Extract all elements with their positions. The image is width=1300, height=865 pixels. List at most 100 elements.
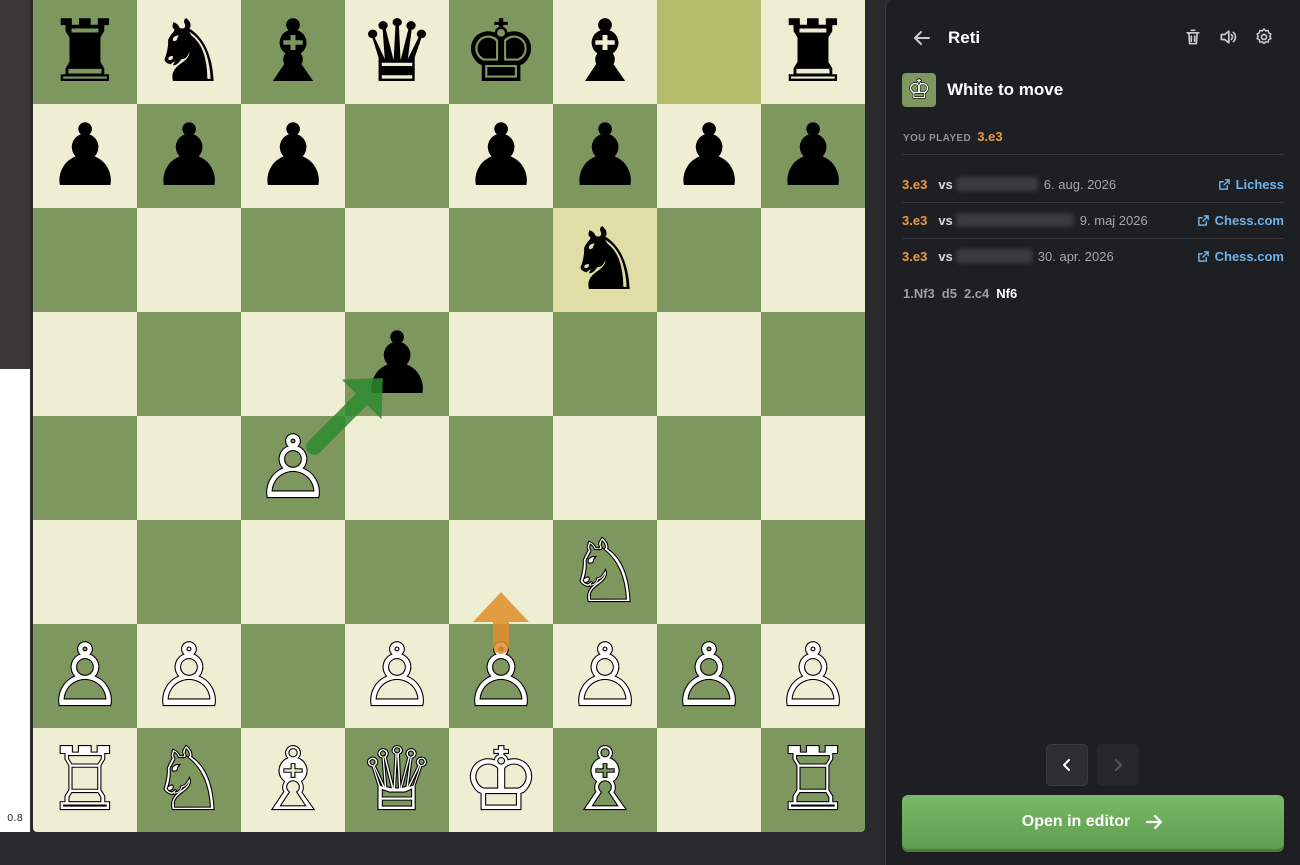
back-arrow-icon[interactable] — [910, 26, 934, 50]
square-f1[interactable]: ♗ — [553, 728, 657, 832]
square-c4[interactable]: ♙ — [241, 416, 345, 520]
move-item[interactable]: 2.c4 — [964, 286, 989, 301]
piece-e1[interactable]: ♔ — [461, 736, 540, 824]
square-c5[interactable] — [241, 312, 345, 416]
piece-f6[interactable]: ♞ — [566, 217, 643, 303]
piece-f7[interactable]: ♟ — [566, 113, 643, 199]
square-a6[interactable] — [33, 208, 137, 312]
game-site-link[interactable]: Chess.com — [1197, 213, 1284, 228]
move-item[interactable]: 1.Nf3 — [903, 286, 935, 301]
chess-board[interactable]: ♜ ♞ ♝ ♛ ♚ ♝ ♜ ♟ ♟ ♟ ♟ ♟ ♟ ♟ ♞ ♟ ♙ ♘ ♙ ♙ ♙ ♙ ♙ ♙ ♙ ♖ ♘ ♗ ♕ ♔ ♗ ♖ — [33, 0, 865, 832]
square-a5[interactable] — [33, 312, 137, 416]
piece-c8[interactable]: ♝ — [254, 9, 331, 95]
piece-d5[interactable]: ♟ — [358, 321, 435, 407]
square-b4[interactable] — [137, 416, 241, 520]
piece-d8[interactable]: ♛ — [358, 9, 435, 95]
square-e6[interactable] — [449, 208, 553, 312]
piece-g2[interactable]: ♙ — [669, 632, 748, 720]
piece-c1[interactable]: ♗ — [253, 736, 332, 824]
piece-f3[interactable]: ♘ — [565, 528, 644, 616]
piece-a8[interactable]: ♜ — [46, 9, 123, 95]
square-e2[interactable]: ♙ — [449, 624, 553, 728]
gear-icon[interactable] — [1254, 27, 1274, 47]
piece-b1[interactable]: ♘ — [149, 736, 228, 824]
square-c6[interactable] — [241, 208, 345, 312]
square-e8[interactable]: ♚ — [449, 0, 553, 104]
piece-h7[interactable]: ♟ — [774, 113, 851, 199]
square-c8[interactable]: ♝ — [241, 0, 345, 104]
square-c1[interactable]: ♗ — [241, 728, 345, 832]
square-g4[interactable] — [657, 416, 761, 520]
square-b2[interactable]: ♙ — [137, 624, 241, 728]
square-d1[interactable]: ♕ — [345, 728, 449, 832]
square-d8[interactable]: ♛ — [345, 0, 449, 104]
square-d5[interactable]: ♟ — [345, 312, 449, 416]
square-d4[interactable] — [345, 416, 449, 520]
square-d2[interactable]: ♙ — [345, 624, 449, 728]
piece-b7[interactable]: ♟ — [150, 113, 227, 199]
square-c2[interactable] — [241, 624, 345, 728]
square-b5[interactable] — [137, 312, 241, 416]
square-d6[interactable] — [345, 208, 449, 312]
piece-d2[interactable]: ♙ — [357, 632, 436, 720]
square-g7[interactable]: ♟ — [657, 104, 761, 208]
piece-g7[interactable]: ♟ — [670, 113, 747, 199]
game-row[interactable]: 3.e3 vs 30. apr. 2026 Chess.com — [902, 238, 1284, 274]
square-f2[interactable]: ♙ — [553, 624, 657, 728]
next-move-button[interactable] — [1097, 744, 1139, 786]
square-g1[interactable] — [657, 728, 761, 832]
square-b8[interactable]: ♞ — [137, 0, 241, 104]
piece-c4[interactable]: ♙ — [253, 424, 332, 512]
piece-e7[interactable]: ♟ — [462, 113, 539, 199]
square-e7[interactable]: ♟ — [449, 104, 553, 208]
square-h7[interactable]: ♟ — [761, 104, 865, 208]
square-g6[interactable] — [657, 208, 761, 312]
square-e1[interactable]: ♔ — [449, 728, 553, 832]
piece-a7[interactable]: ♟ — [46, 113, 123, 199]
move-item[interactable]: d5 — [942, 286, 957, 301]
square-d3[interactable] — [345, 520, 449, 624]
square-f6[interactable]: ♞ — [553, 208, 657, 312]
game-site-link[interactable]: Lichess — [1218, 177, 1284, 192]
piece-h2[interactable]: ♙ — [773, 632, 852, 720]
piece-a1[interactable]: ♖ — [45, 736, 124, 824]
square-f4[interactable] — [553, 416, 657, 520]
move-item[interactable]: Nf6 — [996, 286, 1017, 301]
square-b1[interactable]: ♘ — [137, 728, 241, 832]
square-f8[interactable]: ♝ — [553, 0, 657, 104]
piece-h8[interactable]: ♜ — [774, 9, 851, 95]
piece-b8[interactable]: ♞ — [150, 9, 227, 95]
speaker-icon[interactable] — [1218, 27, 1238, 47]
square-a7[interactable]: ♟ — [33, 104, 137, 208]
square-h6[interactable] — [761, 208, 865, 312]
square-f7[interactable]: ♟ — [553, 104, 657, 208]
square-g8[interactable] — [657, 0, 761, 104]
square-h4[interactable] — [761, 416, 865, 520]
square-a4[interactable] — [33, 416, 137, 520]
piece-a2[interactable]: ♙ — [45, 632, 124, 720]
square-e3[interactable] — [449, 520, 553, 624]
game-row[interactable]: 3.e3 vs 9. maj 2026 Chess.com — [902, 202, 1284, 238]
square-h5[interactable] — [761, 312, 865, 416]
square-h1[interactable]: ♖ — [761, 728, 865, 832]
previous-move-button[interactable] — [1046, 744, 1088, 786]
square-e5[interactable] — [449, 312, 553, 416]
square-e4[interactable] — [449, 416, 553, 520]
piece-h1[interactable]: ♖ — [773, 736, 852, 824]
square-b6[interactable] — [137, 208, 241, 312]
piece-f2[interactable]: ♙ — [565, 632, 644, 720]
open-in-editor-button[interactable]: Open in editor — [902, 795, 1284, 849]
piece-b2[interactable]: ♙ — [149, 632, 228, 720]
piece-e8[interactable]: ♚ — [462, 9, 539, 95]
square-b7[interactable]: ♟ — [137, 104, 241, 208]
square-d7[interactable] — [345, 104, 449, 208]
square-g3[interactable] — [657, 520, 761, 624]
game-row[interactable]: 3.e3 vs 6. aug. 2026 Lichess — [902, 166, 1284, 202]
square-a2[interactable]: ♙ — [33, 624, 137, 728]
piece-c7[interactable]: ♟ — [254, 113, 331, 199]
square-h3[interactable] — [761, 520, 865, 624]
square-a3[interactable] — [33, 520, 137, 624]
square-g2[interactable]: ♙ — [657, 624, 761, 728]
square-c3[interactable] — [241, 520, 345, 624]
square-h2[interactable]: ♙ — [761, 624, 865, 728]
